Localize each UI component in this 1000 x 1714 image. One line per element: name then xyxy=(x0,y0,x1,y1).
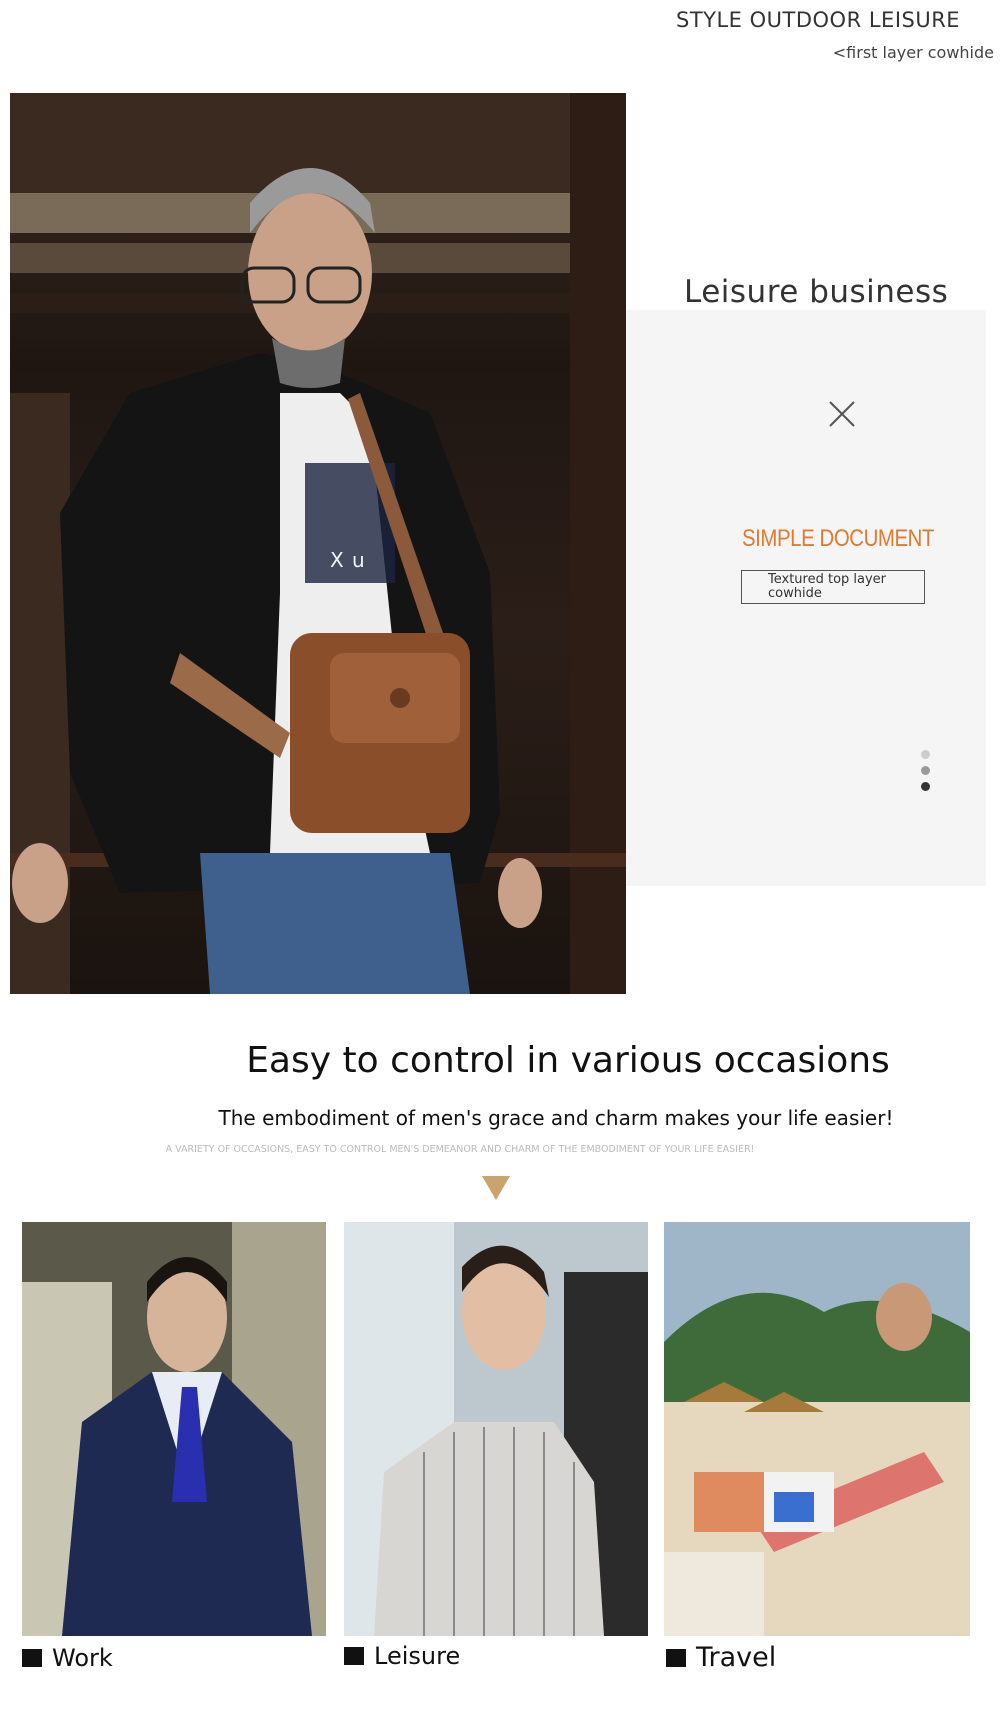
occasion-photo-leisure[interactable] xyxy=(344,1222,648,1636)
carousel-dot-1[interactable] xyxy=(921,750,930,759)
occasion-photo-travel[interactable] xyxy=(664,1222,970,1636)
section-title-text: Easy to control in various occasions xyxy=(246,1040,890,1081)
occasion-photo-work[interactable] xyxy=(22,1222,326,1636)
hero-photo xyxy=(10,93,626,994)
section-subtitle-text: The embodiment of men's grace and charm … xyxy=(218,1106,894,1130)
occasion-label-travel: Travel xyxy=(666,1642,776,1673)
section-title: Easy to control in various occasions xyxy=(0,1040,1000,1081)
carousel-dot-3[interactable] xyxy=(921,782,930,791)
occasion-label-leisure: Leisure xyxy=(344,1642,460,1670)
carousel-dot-2[interactable] xyxy=(921,766,930,775)
bullet-square-icon xyxy=(344,1647,364,1665)
bullet-square-icon xyxy=(666,1648,686,1667)
bullet-square-icon xyxy=(22,1649,42,1667)
feature-title: Leisure business xyxy=(684,274,949,310)
page-subtitle: <first layer cowhide xyxy=(832,43,994,62)
occasion-label-text: Travel xyxy=(696,1642,777,1673)
carousel-dots xyxy=(921,750,931,798)
down-arrow-icon xyxy=(482,1176,510,1200)
section-subtitle: The embodiment of men's grace and charm … xyxy=(0,1106,1000,1130)
occasion-label-text: Leisure xyxy=(374,1642,461,1670)
material-tag: Textured top layer cowhide xyxy=(741,570,925,604)
hero-caption: X u xyxy=(330,548,366,572)
document-heading: SIMPLE DOCUMENT xyxy=(742,525,934,552)
occasion-label-text: Work xyxy=(52,1644,113,1672)
section-tagline: A VARIETY OF OCCASIONS, EASY TO CONTROL … xyxy=(0,1144,1000,1155)
page-title: STYLE OUTDOOR LEISURE xyxy=(676,8,961,32)
occasion-label-work: Work xyxy=(22,1644,113,1672)
section-tagline-text: A VARIETY OF OCCASIONS, EASY TO CONTROL … xyxy=(165,1144,755,1155)
close-icon[interactable] xyxy=(826,398,858,430)
